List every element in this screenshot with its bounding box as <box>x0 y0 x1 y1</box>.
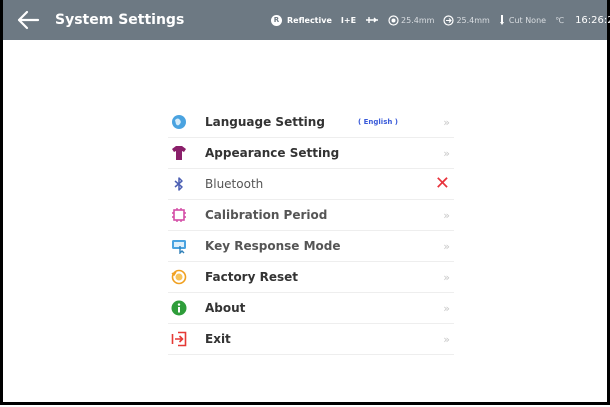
menu-item-factory-reset[interactable]: Factory Reset » <box>168 262 454 293</box>
menu-item-label: Exit <box>205 332 231 346</box>
app-window: System Settings R Reflective I+E 25.4mm … <box>0 0 610 405</box>
calibration-icon <box>171 207 187 223</box>
status-cut: Cut None <box>499 14 547 26</box>
shirt-icon <box>171 145 187 161</box>
usb-icon <box>366 17 379 23</box>
menu-item-label: About <box>205 301 246 315</box>
menu-item-label: Calibration Period <box>205 208 328 222</box>
status-connection <box>365 15 379 25</box>
menu-item-label: Bluetooth <box>205 177 264 191</box>
menu-item-label: Language Setting <box>205 115 325 129</box>
exit-icon <box>171 331 187 347</box>
key-response-icon <box>171 238 187 254</box>
language-value: ( English ) <box>358 118 398 126</box>
menu-item-calibration-period[interactable]: Calibration Period » <box>168 200 454 231</box>
status-mode: R Reflective <box>271 14 332 26</box>
status-temp: ℃ <box>555 16 564 25</box>
status-temp-value: ℃ <box>555 15 565 25</box>
menu-item-exit[interactable]: Exit » <box>168 324 454 355</box>
clock-time: 16:26:25 <box>575 14 610 26</box>
settings-menu: Language Setting ( English ) » Appearanc… <box>168 107 454 355</box>
chevron-right-icon: » <box>443 332 450 346</box>
status-measure2: 25.4mm <box>443 14 490 26</box>
menu-item-about[interactable]: About » <box>168 293 454 324</box>
page-title: System Settings <box>55 12 185 28</box>
menu-item-bluetooth[interactable]: Bluetooth ✕ <box>168 169 454 200</box>
info-icon <box>171 300 187 316</box>
chevron-right-icon: » <box>443 208 450 222</box>
status-measure2-value: 25.4mm <box>456 15 490 25</box>
status-measure1-value: 25.4mm <box>401 15 435 25</box>
chevron-right-icon: » <box>443 115 450 129</box>
menu-item-key-response-mode[interactable]: Key Response Mode » <box>168 231 454 262</box>
status-mode-label: Reflective <box>287 15 332 25</box>
chevron-right-icon: » <box>443 301 450 315</box>
close-icon: ✕ <box>434 173 450 194</box>
chevron-right-icon: » <box>443 146 450 160</box>
status-ie-label: I+E <box>340 15 357 25</box>
status-cut-value: Cut None <box>508 15 547 25</box>
globe-icon <box>171 114 187 130</box>
status-bar: R Reflective I+E 25.4mm 25.4mm Cut None <box>271 0 610 40</box>
top-bar: System Settings R Reflective I+E 25.4mm … <box>3 0 610 40</box>
status-time: 16:26:25 <box>573 15 610 26</box>
chevron-right-icon: » <box>443 270 450 284</box>
chevron-right-icon: » <box>443 239 450 253</box>
label-size-icon <box>388 14 399 26</box>
bluetooth-icon <box>171 176 187 192</box>
back-arrow-icon[interactable] <box>11 0 45 40</box>
menu-item-language[interactable]: Language Setting ( English ) » <box>168 107 454 138</box>
menu-item-label: Key Response Mode <box>205 239 341 253</box>
menu-item-label: Factory Reset <box>205 270 298 284</box>
gap-size-icon <box>443 14 455 26</box>
menu-item-label: Appearance Setting <box>205 146 340 160</box>
cut-icon <box>499 14 504 25</box>
menu-item-appearance[interactable]: Appearance Setting » <box>168 138 454 169</box>
reset-icon <box>171 269 187 285</box>
reflective-icon: R <box>271 14 282 26</box>
status-measure1: 25.4mm <box>388 14 435 26</box>
status-ie: I+E <box>341 16 356 25</box>
